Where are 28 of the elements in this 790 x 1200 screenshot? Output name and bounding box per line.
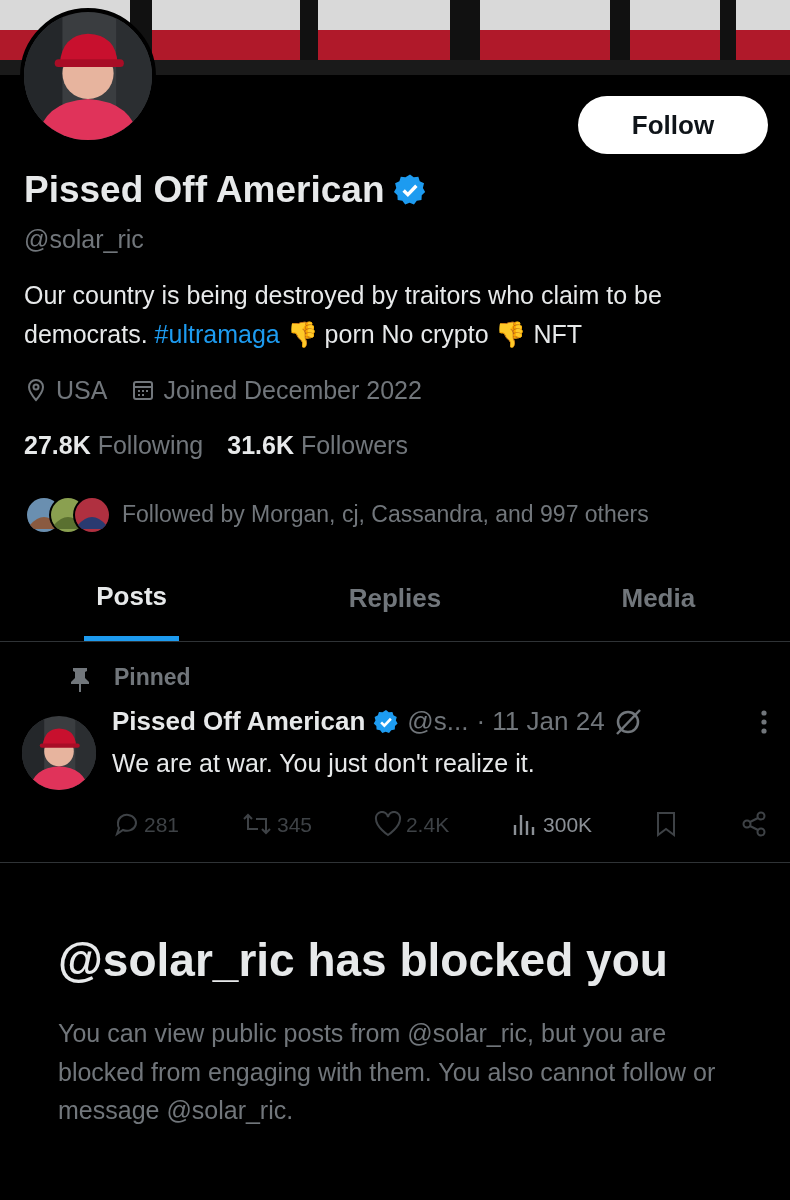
profile-handle: @solar_ric: [24, 223, 145, 255]
heart-icon[interactable]: [373, 811, 402, 838]
post-author: Pissed Off American: [112, 705, 366, 739]
profile-name: Pissed Off American: [24, 170, 385, 211]
follow-button[interactable]: Follow: [578, 96, 768, 154]
profile-location: USA: [56, 374, 108, 406]
profile-tab[interactable]: Posts: [0, 570, 264, 641]
profile-join-date: Joined December 2022: [163, 374, 422, 406]
followed-by-text: Followed by Morgan, cj, Cassandra, and 997 others: [122, 500, 649, 530]
profile-tab[interactable]: Replies: [263, 570, 527, 641]
post-date: · 11 Jan 24: [476, 705, 605, 739]
blocked-title: @solar_ric has blocked you: [58, 935, 669, 986]
pinned-label: Pinned: [114, 662, 191, 692]
profile-bio: Our country is being destroyed by traitors who claim to be democrats. #ultramaga 👎 porn No crypto 👎 NFT: [24, 280, 663, 350]
post-handle: @s...: [407, 705, 469, 739]
views-count: 300K: [543, 811, 593, 838]
pin-icon: [70, 665, 90, 692]
stat-link[interactable]: 27.8K Following: [24, 427, 204, 465]
repost-count: 345: [276, 811, 312, 838]
blocked-message: You can view public posts from @solar_ric, but you are blocked from engaging with them. You also cannot follow or message @solar_ric.: [58, 1017, 717, 1127]
post-text: We are at war. You just don't realize it.: [112, 748, 536, 780]
reply-count: 281: [144, 811, 180, 838]
hashtag-link[interactable]: #ultramaga: [154, 319, 280, 348]
calendar-icon: [131, 378, 156, 403]
like-count: 2.4K: [405, 811, 450, 838]
profile-tab[interactable]: Media: [526, 570, 790, 641]
stat-link[interactable]: 31.6K Followers: [227, 427, 408, 465]
more-icon[interactable]: [760, 708, 768, 735]
